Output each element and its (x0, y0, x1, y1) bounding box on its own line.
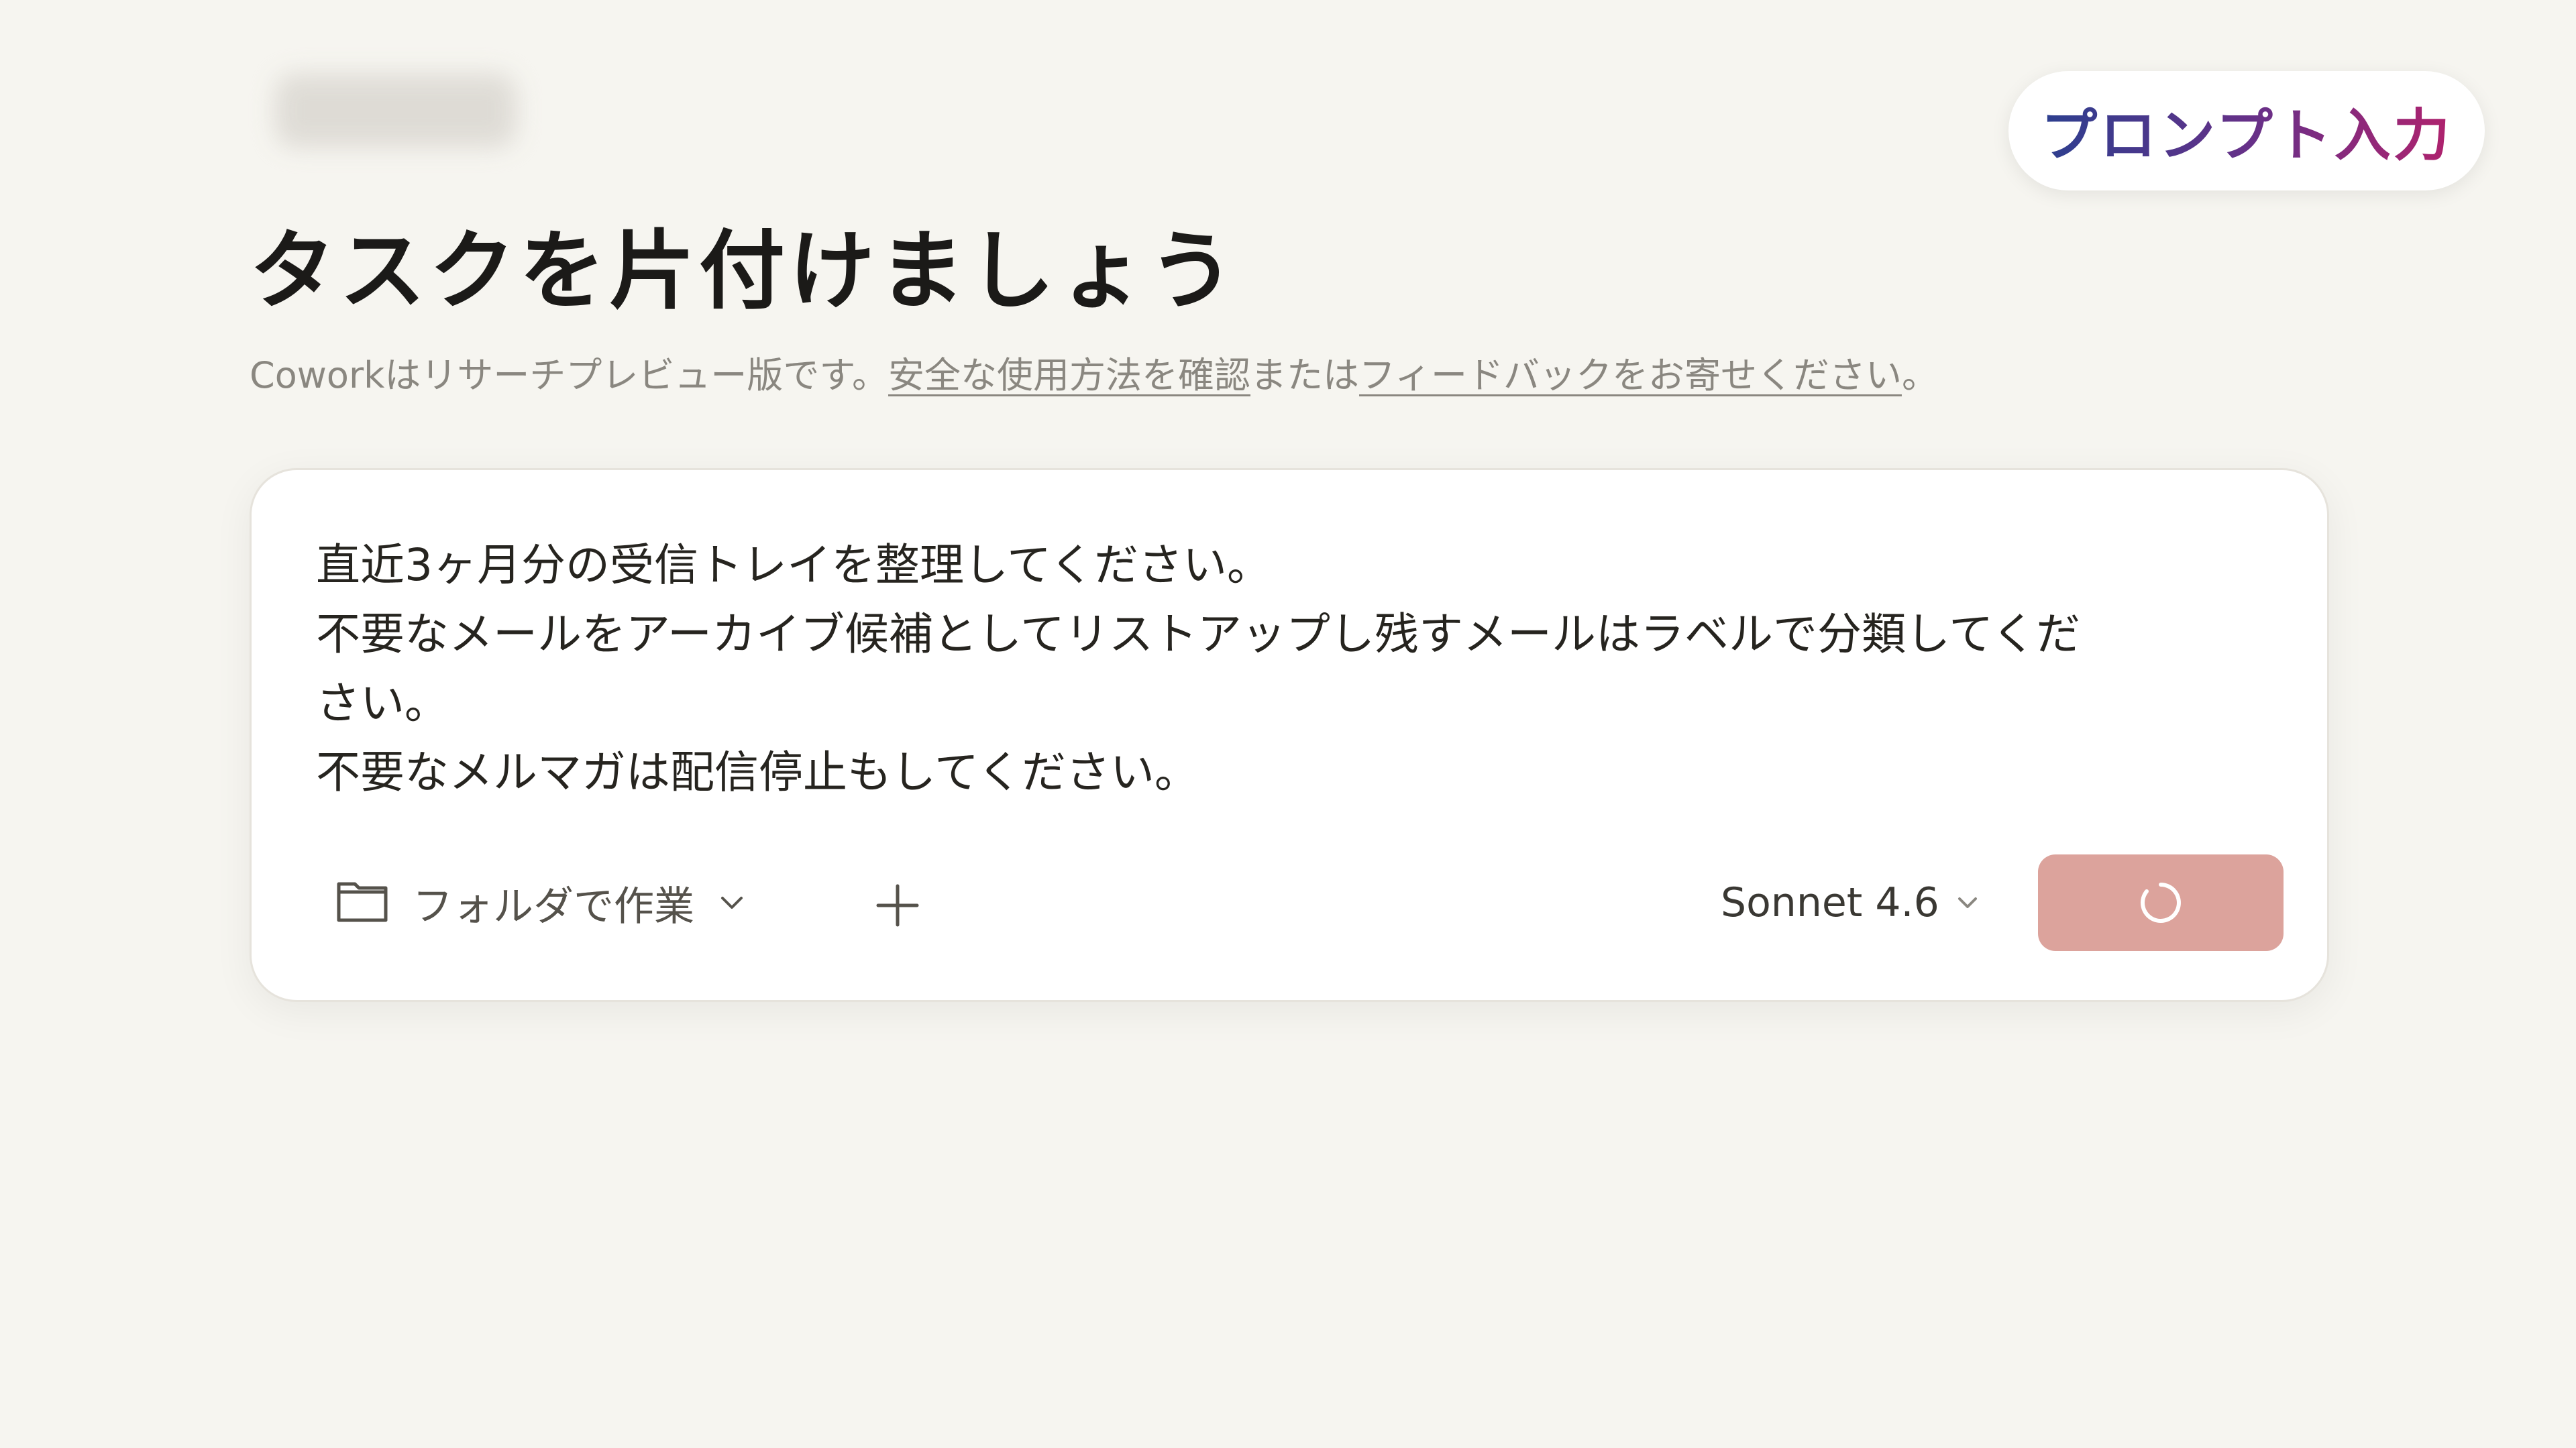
prompt-line: 不要なメルマガは配信停止もしてください。 (316, 746, 1199, 798)
model-selector-label: Sonnet 4.6 (1721, 879, 1939, 926)
page-title: タスクを片付けましょう (250, 221, 1239, 321)
add-button[interactable] (867, 875, 928, 936)
folder-button-label: フォルダで作業 (413, 883, 694, 930)
prompt-composer: 直近3ヶ月分の受信トレイを整理してください。 不要なメールをアーカイブ候補として… (250, 468, 2329, 1002)
prompt-line: 不要なメールをアーカイブ候補としてリストアップし残すメールはラベルで分類してくだ (316, 608, 2081, 660)
chevron-down-icon (721, 897, 743, 909)
send-button[interactable] (2038, 854, 2284, 951)
subtitle-prefix: Coworkはリサーチプレビュー版です。 (250, 354, 889, 396)
prompt-line: さい。 (316, 677, 449, 729)
prompt-input-badge: プロンプト入力 (2008, 71, 2485, 190)
subtitle-middle: または (1250, 354, 1360, 396)
page: プロンプト入力 タスクを片付けましょう Coworkはリサーチプレビュー版です。… (0, 0, 2576, 1448)
plus-icon (876, 884, 919, 927)
loading-spinner-icon (2141, 883, 2181, 923)
feedback-link[interactable]: フィードバックをお寄せください (1359, 354, 1902, 396)
prompt-textarea[interactable]: 直近3ヶ月分の受信トレイを整理してください。 不要なメールをアーカイブ候補として… (316, 531, 2288, 807)
prompt-line: 直近3ヶ月分の受信トレイを整理してください。 (316, 539, 1272, 591)
work-in-folder-button[interactable]: フォルダで作業 (336, 866, 745, 940)
prompt-input-badge-label: プロンプト入力 (2041, 91, 2452, 172)
blurred-logo (275, 74, 517, 148)
subtitle: Coworkはリサーチプレビュー版です。安全な使用方法を確認またはフィードバック… (250, 345, 1938, 398)
chevron-down-icon (1957, 897, 1977, 908)
folder-icon (337, 882, 388, 922)
model-selector[interactable]: Sonnet 4.6 (1721, 866, 1980, 940)
safety-link[interactable]: 安全な使用方法を確認 (888, 354, 1250, 396)
subtitle-suffix: 。 (1901, 354, 1938, 396)
